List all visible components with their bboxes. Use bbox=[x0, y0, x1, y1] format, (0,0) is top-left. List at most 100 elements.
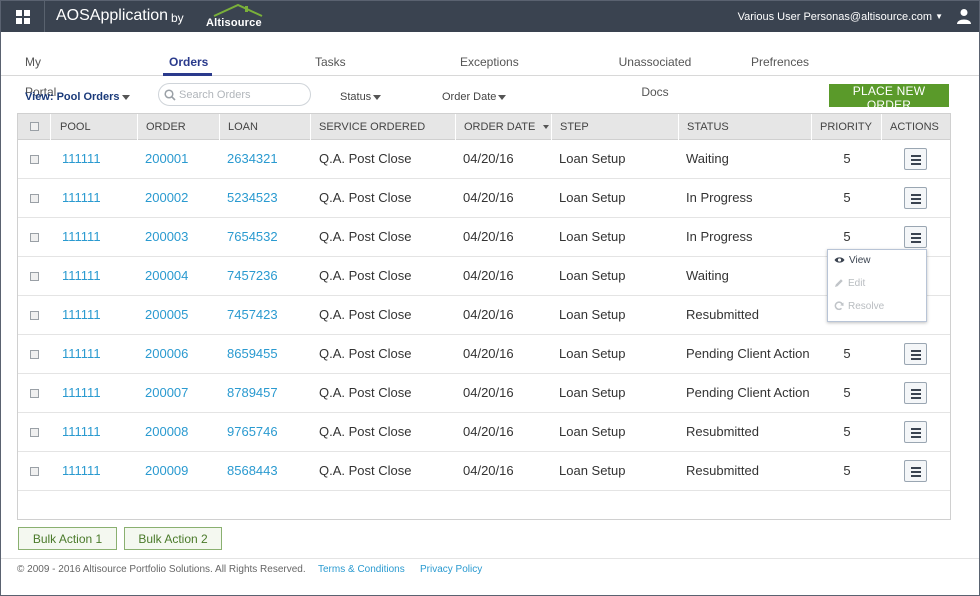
priority-cell: 5 bbox=[843, 424, 851, 439]
menu-item-resolve: Resolve bbox=[834, 297, 884, 317]
column-header-service-ordered[interactable]: SERVICE ORDERED bbox=[310, 114, 455, 140]
view-dropdown[interactable]: View: Pool Orders bbox=[25, 91, 130, 103]
tab-orders[interactable]: Orders bbox=[163, 47, 212, 76]
row-actions-menu-icon[interactable] bbox=[904, 421, 927, 443]
column-header-loan[interactable]: LOAN bbox=[219, 114, 310, 140]
row-checkbox[interactable] bbox=[30, 467, 39, 476]
column-header-status[interactable]: STATUS bbox=[678, 114, 811, 140]
table-row: 111111 200002 5234523 Q.A. Post Close 04/20/… bbox=[18, 179, 950, 218]
order-date-cell: 04/20/16 bbox=[463, 268, 514, 283]
order-cell[interactable]: 200007 bbox=[145, 374, 188, 413]
app-title: AOSApplication bbox=[56, 7, 169, 24]
chevron-down-icon bbox=[498, 94, 507, 100]
pencil-icon bbox=[835, 279, 843, 288]
pool-cell[interactable]: 111111 bbox=[62, 218, 101, 257]
pool-cell[interactable]: 111111 bbox=[62, 374, 101, 413]
menu-item-edit: Edit bbox=[834, 274, 865, 294]
status-filter-label: Status bbox=[340, 91, 372, 103]
status-filter-dropdown[interactable]: Status bbox=[340, 91, 382, 103]
table-row: 111111 200009 8568443 Q.A. Post Close 04/20/… bbox=[18, 452, 950, 491]
footer-privacy-link[interactable]: Privacy Policy bbox=[420, 564, 482, 575]
column-header-order[interactable]: ORDER bbox=[137, 114, 219, 140]
loan-cell[interactable]: 8659455 bbox=[227, 335, 278, 374]
row-actions-menu-icon[interactable] bbox=[904, 148, 927, 170]
select-all-cell bbox=[18, 114, 50, 140]
row-actions-menu-icon[interactable] bbox=[904, 343, 927, 365]
search-input[interactable] bbox=[179, 86, 307, 103]
loan-cell[interactable]: 7457423 bbox=[227, 296, 278, 335]
status-cell: Resubmitted bbox=[686, 307, 759, 322]
row-checkbox[interactable] bbox=[30, 272, 39, 281]
pool-cell[interactable]: 111111 bbox=[62, 296, 101, 335]
order-cell[interactable]: 200005 bbox=[145, 296, 188, 335]
tab-exceptions[interactable]: Exceptions bbox=[460, 47, 519, 76]
service-ordered-cell: Q.A. Post Close bbox=[319, 463, 412, 478]
column-header-order-date[interactable]: ORDER DATE bbox=[455, 114, 551, 140]
place-new-order-button[interactable]: PLACE NEW ORDER bbox=[829, 84, 949, 112]
pool-cell[interactable]: 111111 bbox=[62, 335, 101, 374]
loan-cell[interactable]: 5234523 bbox=[227, 179, 278, 218]
grid-icon[interactable] bbox=[1, 1, 45, 32]
column-header-pool[interactable]: POOL bbox=[50, 114, 137, 140]
status-cell: Resubmitted bbox=[686, 463, 759, 478]
user-email[interactable]: Various User Personas@altisource.com bbox=[738, 11, 932, 23]
user-icon[interactable] bbox=[957, 8, 971, 29]
user-menu-caret[interactable]: ▼ bbox=[935, 12, 943, 21]
row-checkbox[interactable] bbox=[30, 233, 39, 242]
menu-item-view[interactable]: View bbox=[834, 251, 871, 271]
order-cell[interactable]: 200006 bbox=[145, 335, 188, 374]
row-checkbox[interactable] bbox=[30, 389, 39, 398]
service-ordered-cell: Q.A. Post Close bbox=[319, 385, 412, 400]
pool-cell[interactable]: 111111 bbox=[62, 140, 101, 179]
table-row: 111111 200003 7654532 Q.A. Post Close 04/20/… bbox=[18, 218, 950, 257]
order-cell[interactable]: 200001 bbox=[145, 140, 188, 179]
loan-cell[interactable]: 7457236 bbox=[227, 257, 278, 296]
row-checkbox[interactable] bbox=[30, 311, 39, 320]
pool-cell[interactable]: 111111 bbox=[62, 413, 101, 452]
pool-cell[interactable]: 111111 bbox=[62, 257, 101, 296]
order-cell[interactable]: 200008 bbox=[145, 413, 188, 452]
step-cell: Loan Setup bbox=[559, 385, 626, 400]
column-header-step[interactable]: STEP bbox=[551, 114, 678, 140]
loan-cell[interactable]: 7654532 bbox=[227, 218, 278, 257]
orders-table: POOL ORDER LOAN SERVICE ORDERED ORDER DA… bbox=[17, 113, 951, 520]
loan-cell[interactable]: 8789457 bbox=[227, 374, 278, 413]
loan-cell[interactable]: 8568443 bbox=[227, 452, 278, 491]
pool-cell[interactable]: 111111 bbox=[62, 452, 101, 491]
order-cell[interactable]: 200009 bbox=[145, 452, 188, 491]
order-date-filter-label: Order Date bbox=[442, 91, 497, 103]
search-orders-box[interactable] bbox=[158, 83, 311, 106]
select-all-checkbox[interactable] bbox=[30, 122, 39, 131]
tab-unassociated-docs[interactable]: Unassociated Docs bbox=[605, 47, 705, 99]
status-cell: Pending Client Action bbox=[686, 385, 810, 400]
row-checkbox[interactable] bbox=[30, 350, 39, 359]
order-date-header-label: ORDER DATE bbox=[464, 121, 536, 133]
service-ordered-cell: Q.A. Post Close bbox=[319, 190, 412, 205]
loan-cell[interactable]: 2634321 bbox=[227, 140, 278, 179]
tab-prefrences[interactable]: Prefrences bbox=[751, 47, 809, 76]
priority-cell: 5 bbox=[843, 151, 851, 166]
row-actions-menu-icon[interactable] bbox=[904, 187, 927, 209]
order-cell[interactable]: 200004 bbox=[145, 257, 188, 296]
column-header-priority[interactable]: PRIORITY bbox=[811, 114, 881, 140]
tab-my-portal[interactable]: My Portal bbox=[25, 47, 75, 99]
row-actions-menu-icon[interactable] bbox=[904, 226, 927, 248]
bulk-action-1-button[interactable]: Bulk Action 1 bbox=[18, 527, 117, 550]
order-date-cell: 04/20/16 bbox=[463, 385, 514, 400]
tab-tasks[interactable]: Tasks bbox=[315, 47, 346, 76]
service-ordered-cell: Q.A. Post Close bbox=[319, 346, 412, 361]
footer-terms-link[interactable]: Terms & Conditions bbox=[318, 564, 405, 575]
order-cell[interactable]: 200003 bbox=[145, 218, 188, 257]
bulk-action-2-button[interactable]: Bulk Action 2 bbox=[124, 527, 222, 550]
pool-cell[interactable]: 111111 bbox=[62, 179, 101, 218]
row-checkbox[interactable] bbox=[30, 155, 39, 164]
order-cell[interactable]: 200002 bbox=[145, 179, 188, 218]
row-checkbox[interactable] bbox=[30, 428, 39, 437]
order-date-filter-dropdown[interactable]: Order Date bbox=[442, 91, 507, 103]
order-date-cell: 04/20/16 bbox=[463, 424, 514, 439]
row-actions-menu-icon[interactable] bbox=[904, 460, 927, 482]
row-checkbox[interactable] bbox=[30, 194, 39, 203]
row-actions-menu-icon[interactable] bbox=[904, 382, 927, 404]
loan-cell[interactable]: 9765746 bbox=[227, 413, 278, 452]
house-roof-icon bbox=[213, 3, 263, 17]
